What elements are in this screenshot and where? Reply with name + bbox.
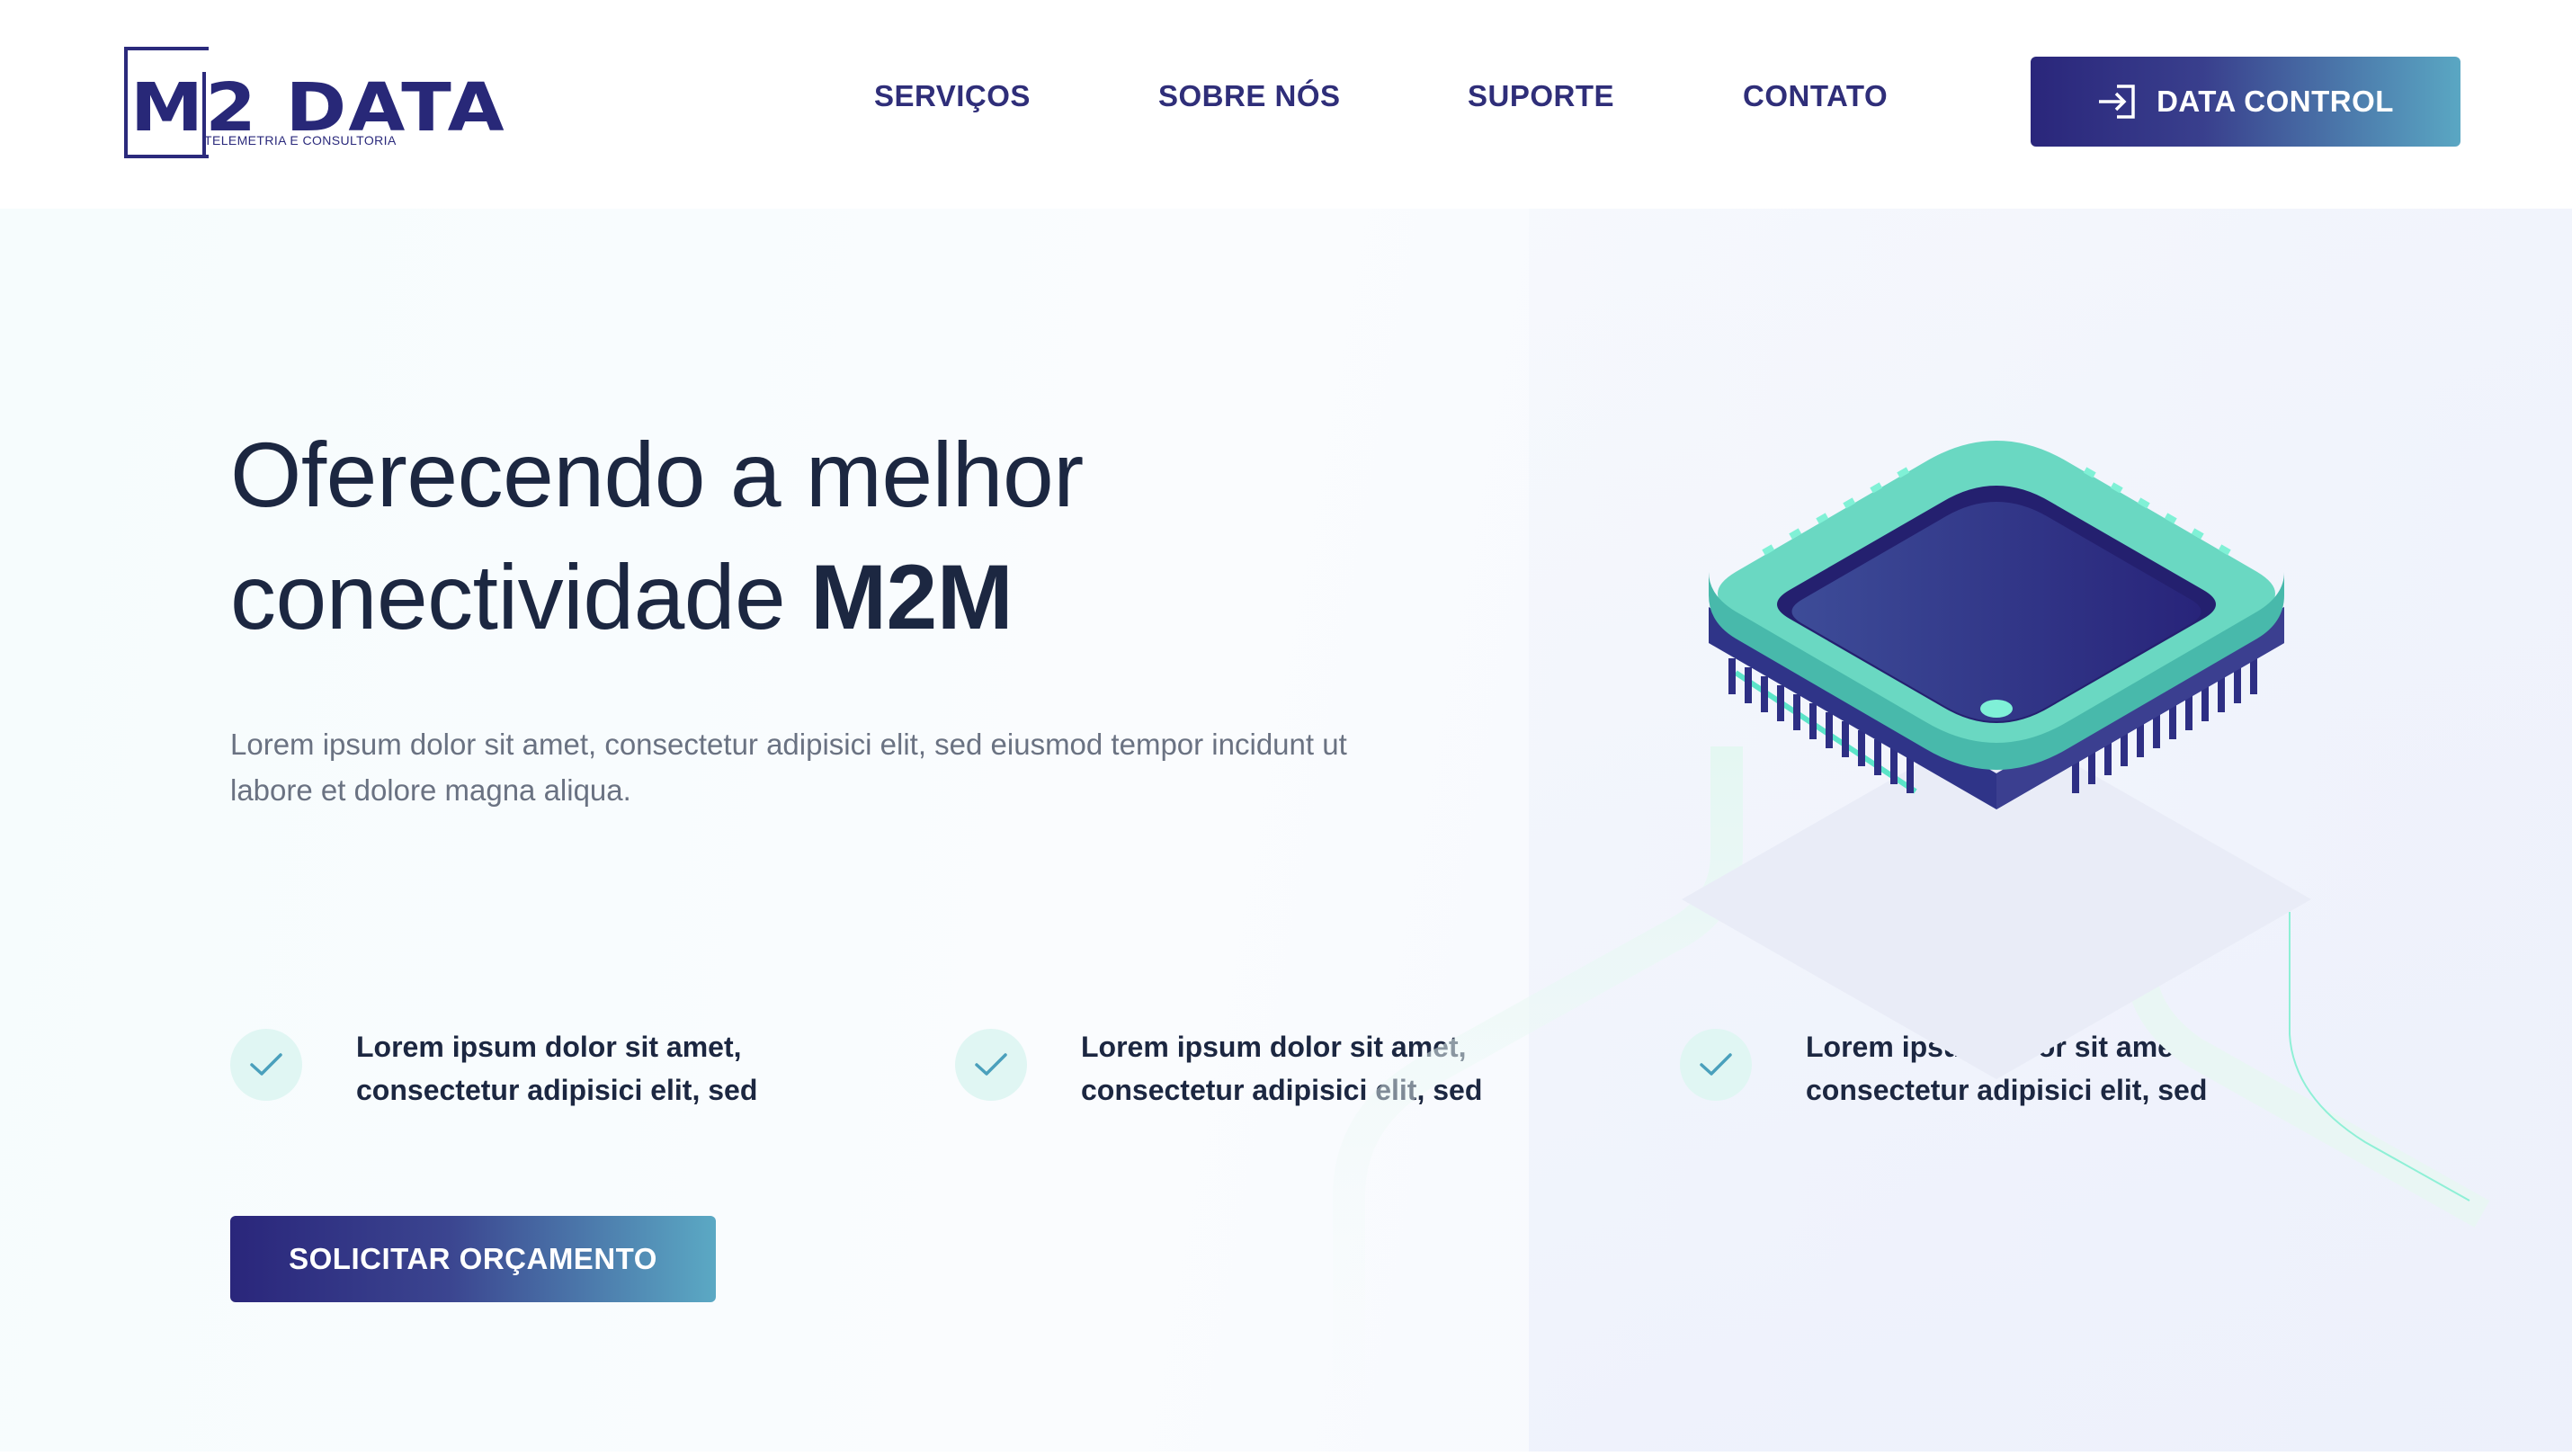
login-icon bbox=[2097, 83, 2139, 121]
brand-tagline: TELEMETRIA E CONSULTORIA bbox=[204, 133, 397, 147]
nav-link-contato[interactable]: CONTATO bbox=[1743, 79, 1888, 113]
hero-description: Lorem ipsum dolor sit amet, consectetur … bbox=[230, 728, 1347, 807]
nav-link-servicos[interactable]: SERVIÇOS bbox=[874, 79, 1031, 113]
request-quote-label: SOLICITAR ORÇAMENTO bbox=[289, 1242, 657, 1275]
hero-title: Oferecendo a melhor conectividade M2M bbox=[230, 414, 1084, 658]
request-quote-button[interactable]: SOLICITAR ORÇAMENTO bbox=[230, 1216, 716, 1302]
data-control-login-button[interactable]: DATA CONTROL bbox=[2031, 57, 2460, 147]
microchip-illustration bbox=[1313, 387, 2572, 1452]
feature-text: Lorem ipsum dolor sit amet, consectetur … bbox=[356, 1025, 824, 1112]
check-icon bbox=[230, 1029, 302, 1101]
feature-text-line2: consectetur adipisici elit, sed bbox=[356, 1074, 758, 1106]
brand-logo[interactable]: M2 DATA TELEMETRIA E CONSULTORIA bbox=[121, 45, 505, 162]
hero-title-line2: conectividade bbox=[230, 546, 811, 648]
hero-title-highlight: M2M bbox=[810, 546, 1014, 648]
nav-link-sobre-nos[interactable]: SOBRE NÓS bbox=[1158, 79, 1341, 113]
feature-text-line1: Lorem ipsum dolor sit amet, bbox=[356, 1031, 742, 1063]
data-control-label: DATA CONTROL bbox=[2157, 85, 2394, 118]
site-header: M2 DATA TELEMETRIA E CONSULTORIA SERVIÇO… bbox=[0, 0, 2572, 209]
nav-link-suporte[interactable]: SUPORTE bbox=[1468, 79, 1614, 113]
hero-title-line1: Oferecendo a melhor bbox=[230, 424, 1084, 526]
check-icon bbox=[955, 1029, 1027, 1101]
